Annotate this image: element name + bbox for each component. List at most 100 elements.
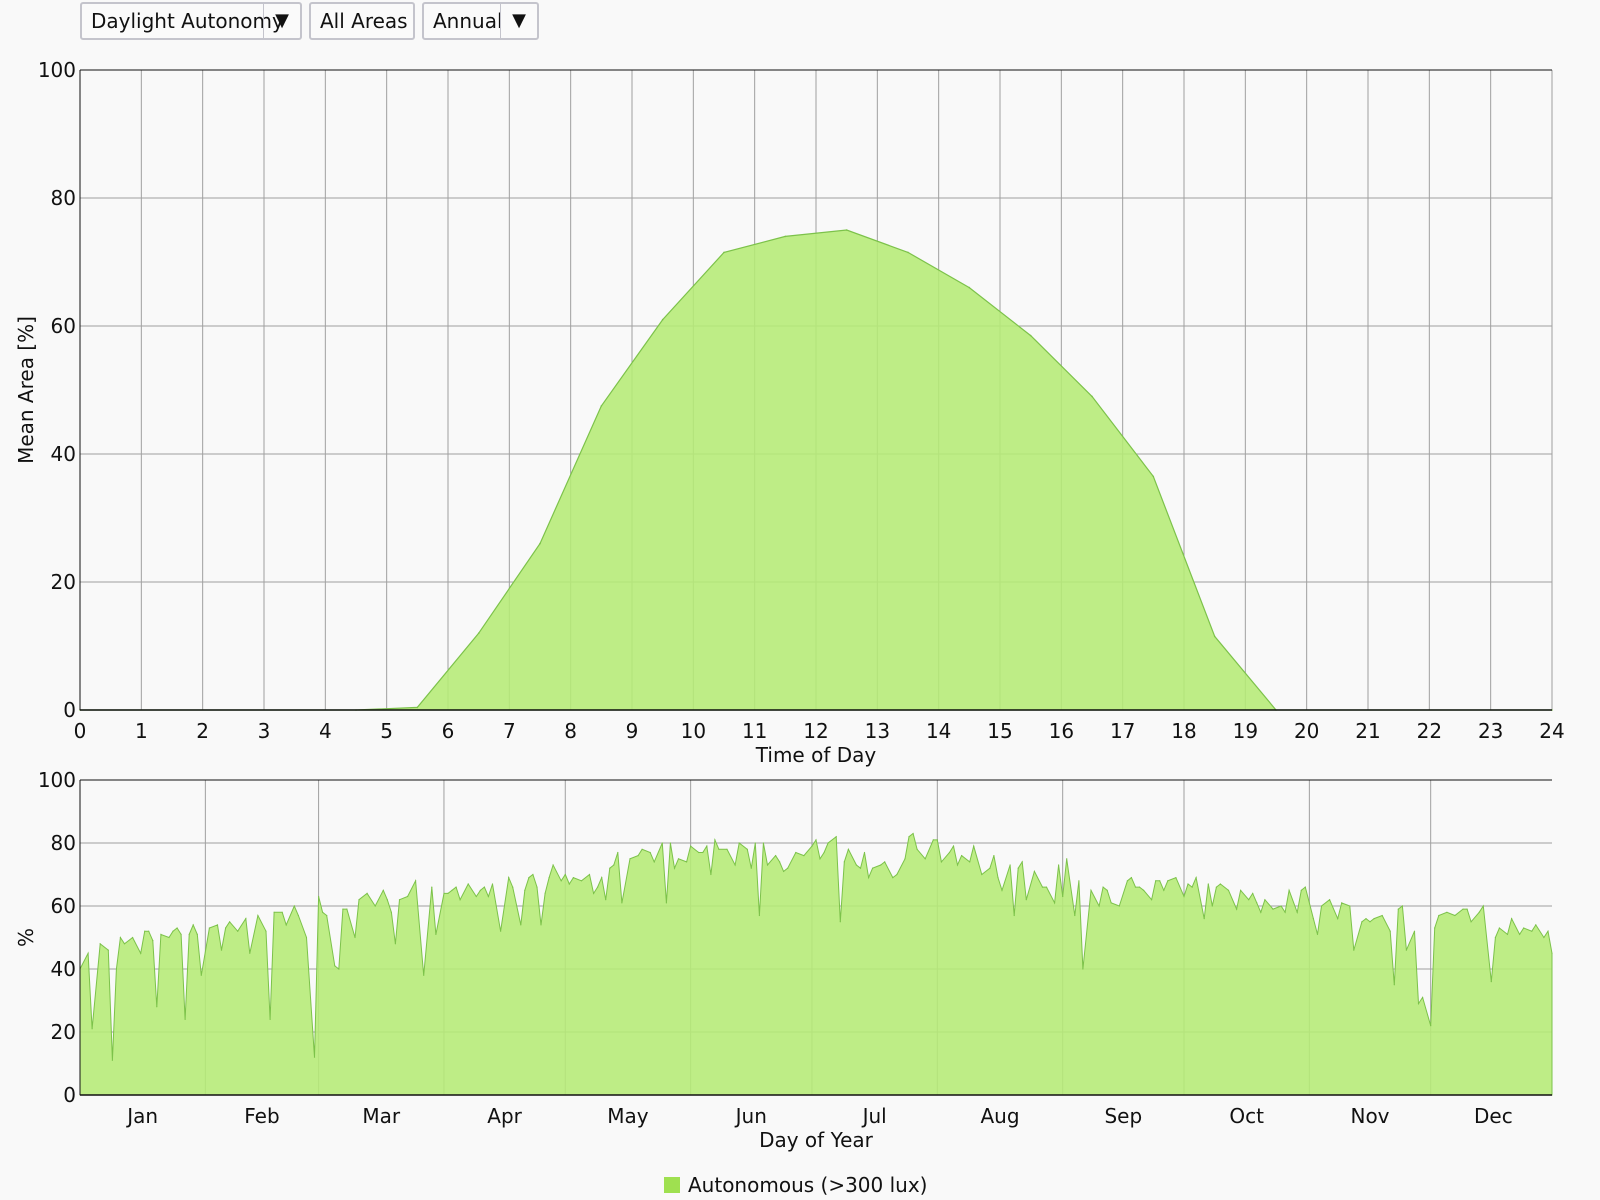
data-point bbox=[1547, 930, 1549, 932]
data-point bbox=[1252, 892, 1254, 895]
data-point bbox=[1118, 905, 1120, 907]
x-tick-label: 4 bbox=[319, 719, 332, 743]
x-tick-label: 24 bbox=[1539, 719, 1564, 743]
data-point bbox=[1041, 886, 1044, 888]
data-point bbox=[1523, 927, 1525, 929]
data-point bbox=[948, 851, 951, 854]
data-point bbox=[192, 924, 194, 926]
data-point bbox=[398, 899, 401, 901]
y-axis-title: Mean Area [%] bbox=[14, 316, 38, 464]
data-point bbox=[358, 899, 360, 901]
data-point bbox=[180, 933, 182, 936]
data-point bbox=[787, 867, 789, 869]
data-point bbox=[981, 873, 983, 876]
data-point bbox=[665, 902, 668, 904]
data-point bbox=[334, 965, 336, 967]
data-point bbox=[973, 845, 975, 847]
data-point bbox=[1296, 911, 1298, 913]
data-point bbox=[750, 867, 752, 869]
data-point bbox=[415, 880, 417, 882]
data-point bbox=[868, 877, 870, 879]
data-point bbox=[394, 943, 396, 945]
month-tick-label: May bbox=[607, 1104, 649, 1128]
data-point bbox=[564, 873, 566, 876]
data-point bbox=[168, 936, 170, 939]
data-point bbox=[1130, 877, 1132, 879]
data-point bbox=[1519, 933, 1521, 936]
month-tick-label: Oct bbox=[1229, 1104, 1264, 1128]
data-point bbox=[1369, 921, 1371, 923]
data-point bbox=[338, 968, 340, 970]
data-point bbox=[1490, 981, 1492, 983]
data-point bbox=[605, 899, 607, 901]
data-point bbox=[1013, 914, 1015, 917]
data-point bbox=[1143, 889, 1145, 891]
data-point bbox=[1062, 895, 1064, 898]
data-point bbox=[1478, 911, 1480, 913]
data-point bbox=[718, 848, 720, 850]
data-point bbox=[512, 886, 514, 888]
data-point bbox=[1215, 886, 1217, 888]
data-point bbox=[548, 877, 550, 879]
data-point bbox=[483, 886, 485, 888]
data-point bbox=[904, 858, 906, 860]
data-point bbox=[220, 949, 223, 951]
y-tick-label: 60 bbox=[51, 894, 76, 918]
area-series-autonomous bbox=[80, 229, 1552, 711]
data-point bbox=[1304, 886, 1306, 888]
area-series-daily bbox=[79, 832, 1553, 1096]
data-point bbox=[1029, 334, 1032, 337]
data-point bbox=[1337, 918, 1339, 920]
data-point bbox=[229, 921, 231, 923]
data-point bbox=[940, 861, 943, 863]
data-point bbox=[734, 864, 736, 866]
data-point bbox=[297, 914, 299, 917]
x-axis-title: Day of Year bbox=[759, 1128, 874, 1152]
data-point bbox=[686, 861, 688, 863]
data-point bbox=[508, 877, 510, 879]
data-point bbox=[1405, 949, 1407, 951]
data-point bbox=[249, 952, 251, 954]
data-point bbox=[1300, 889, 1302, 891]
data-point bbox=[455, 886, 457, 888]
data-point bbox=[487, 895, 489, 898]
data-point bbox=[520, 924, 522, 926]
data-point bbox=[1535, 924, 1537, 926]
x-tick-label: 8 bbox=[564, 719, 577, 743]
data-point bbox=[451, 889, 453, 891]
data-point bbox=[99, 943, 101, 945]
data-point bbox=[1482, 905, 1484, 907]
data-point bbox=[245, 918, 247, 920]
data-point bbox=[661, 842, 663, 844]
data-point bbox=[1021, 861, 1023, 863]
data-point bbox=[443, 892, 445, 895]
data-point bbox=[1389, 930, 1391, 932]
y-tick-label: 100 bbox=[38, 58, 76, 82]
x-tick-label: 23 bbox=[1478, 719, 1503, 743]
data-point bbox=[200, 974, 202, 976]
data-point bbox=[956, 864, 959, 866]
data-point bbox=[859, 867, 862, 869]
x-tick-label: 10 bbox=[681, 719, 706, 743]
data-point bbox=[374, 905, 376, 907]
data-point bbox=[1155, 880, 1157, 882]
data-point bbox=[1284, 911, 1286, 913]
data-point bbox=[1381, 914, 1383, 917]
data-point bbox=[132, 936, 134, 939]
month-tick-label: Mar bbox=[362, 1104, 401, 1128]
data-point bbox=[536, 886, 538, 888]
data-point bbox=[1373, 918, 1375, 920]
month-tick-label: Jul bbox=[861, 1104, 887, 1128]
data-point bbox=[1329, 899, 1331, 901]
data-point bbox=[477, 632, 480, 634]
data-point bbox=[1365, 918, 1367, 920]
data-point bbox=[491, 883, 494, 885]
data-point bbox=[431, 886, 433, 888]
data-point bbox=[152, 940, 154, 942]
data-point bbox=[1430, 1025, 1432, 1027]
data-point bbox=[758, 914, 761, 917]
data-point bbox=[1236, 908, 1238, 910]
month-tick-label: Aug bbox=[980, 1104, 1019, 1128]
month-tick-label: Sep bbox=[1104, 1104, 1142, 1128]
data-point bbox=[1001, 889, 1003, 891]
